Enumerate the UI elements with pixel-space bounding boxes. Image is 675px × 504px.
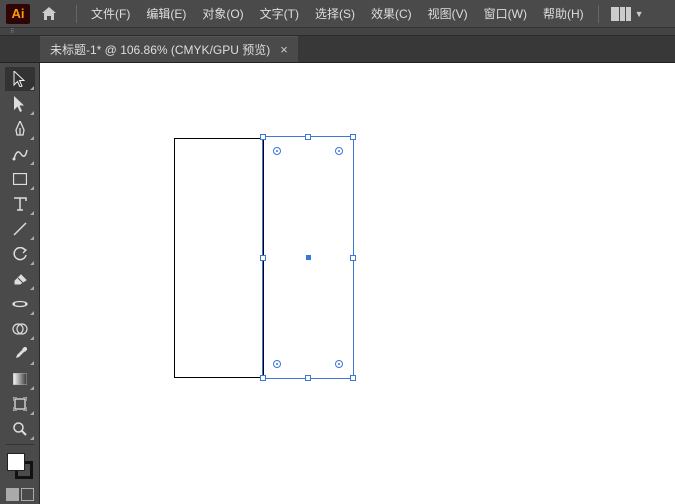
direct-selection-tool[interactable] xyxy=(5,92,35,116)
menu-effect[interactable]: 效果(C) xyxy=(363,1,420,26)
selection-handle-e[interactable] xyxy=(350,255,356,261)
selection-handle-w[interactable] xyxy=(260,255,266,261)
main-area xyxy=(0,63,675,504)
draw-mode-icon[interactable] xyxy=(5,484,35,504)
corner-widget-se[interactable] xyxy=(335,360,343,368)
corner-widget-sw[interactable] xyxy=(273,360,281,368)
type-tool[interactable] xyxy=(5,192,35,216)
arrange-documents-icon[interactable] xyxy=(611,7,631,21)
selection-handle-n[interactable] xyxy=(305,134,311,140)
selection-tool[interactable] xyxy=(5,67,35,91)
chevron-down-icon[interactable]: ▼ xyxy=(635,9,644,19)
zoom-tool[interactable] xyxy=(5,417,35,441)
home-icon[interactable] xyxy=(40,5,58,23)
rotate-tool[interactable] xyxy=(5,242,35,266)
fill-stroke-swatch[interactable] xyxy=(5,451,35,481)
menu-bar: Ai 文件(F) 编辑(E) 对象(O) 文字(T) 选择(S) 效果(C) 视… xyxy=(0,0,675,28)
document-tab[interactable]: 未标题-1* @ 106.86% (CMYK/GPU 预览) × xyxy=(40,36,298,62)
menu-select[interactable]: 选择(S) xyxy=(307,1,363,26)
tool-divider xyxy=(6,444,34,445)
selection-handle-se[interactable] xyxy=(350,375,356,381)
document-tab-title: 未标题-1* @ 106.86% (CMYK/GPU 预览) xyxy=(50,41,270,58)
menu-divider xyxy=(598,5,599,23)
menu-object[interactable]: 对象(O) xyxy=(194,1,251,26)
control-bar: ⠿ xyxy=(0,28,675,36)
canvas[interactable] xyxy=(40,63,675,504)
artwork-rectangle[interactable] xyxy=(174,138,264,378)
menu-type[interactable]: 文字(T) xyxy=(252,1,307,26)
toolbox xyxy=(0,63,40,504)
artboard-tool[interactable] xyxy=(5,392,35,416)
selection-handle-ne[interactable] xyxy=(350,134,356,140)
curvature-tool[interactable] xyxy=(5,142,35,166)
pen-tool[interactable] xyxy=(5,117,35,141)
selection-handle-s[interactable] xyxy=(305,375,311,381)
eyedropper-tool[interactable] xyxy=(5,342,35,366)
document-tab-bar: 未标题-1* @ 106.86% (CMYK/GPU 预览) × xyxy=(0,36,675,63)
rectangle-tool[interactable] xyxy=(5,167,35,191)
shape-builder-tool[interactable] xyxy=(5,317,35,341)
fill-swatch[interactable] xyxy=(7,453,25,471)
menu-divider xyxy=(76,5,77,23)
corner-widget-ne[interactable] xyxy=(335,147,343,155)
close-icon[interactable]: × xyxy=(280,42,288,57)
selection-center-point[interactable] xyxy=(306,255,311,260)
gradient-tool[interactable] xyxy=(5,367,35,391)
selection-bounding-box[interactable] xyxy=(262,136,354,379)
app-logo: Ai xyxy=(6,4,30,24)
eraser-tool[interactable] xyxy=(5,267,35,291)
line-tool[interactable] xyxy=(5,217,35,241)
width-tool[interactable] xyxy=(5,292,35,316)
menu-file[interactable]: 文件(F) xyxy=(83,1,138,26)
menu-view[interactable]: 视图(V) xyxy=(420,1,476,26)
selection-handle-sw[interactable] xyxy=(260,375,266,381)
menu-window[interactable]: 窗口(W) xyxy=(476,1,535,26)
selection-handle-nw[interactable] xyxy=(260,134,266,140)
menu-edit[interactable]: 编辑(E) xyxy=(138,1,194,26)
menu-help[interactable]: 帮助(H) xyxy=(535,1,592,26)
corner-widget-nw[interactable] xyxy=(273,147,281,155)
grip-icon[interactable]: ⠿ xyxy=(10,29,15,35)
